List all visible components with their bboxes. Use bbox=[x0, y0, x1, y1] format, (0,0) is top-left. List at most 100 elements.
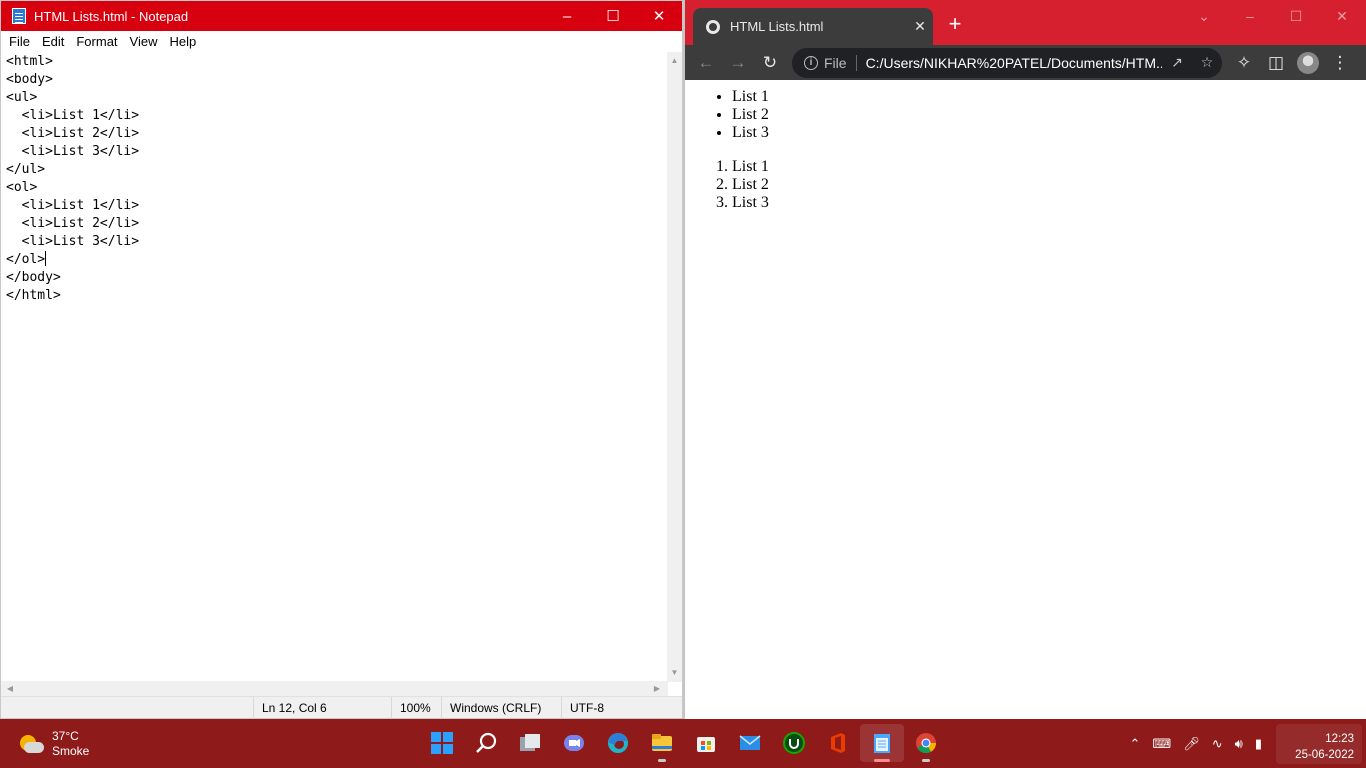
side-panel-icon[interactable]: ◫ bbox=[1260, 47, 1292, 79]
search-button[interactable] bbox=[464, 724, 508, 762]
menu-edit[interactable]: Edit bbox=[36, 34, 70, 49]
maximize-button[interactable]: ☐ bbox=[590, 1, 636, 31]
start-button[interactable] bbox=[420, 724, 464, 762]
volume-icon[interactable]: 🔊︎ bbox=[1229, 736, 1249, 752]
scroll-down-arrow-icon[interactable]: ▼ bbox=[667, 666, 682, 680]
task-view-button[interactable] bbox=[508, 724, 552, 762]
vertical-scrollbar[interactable]: ▲ ▼ bbox=[667, 52, 682, 682]
notepad-taskbar-button[interactable] bbox=[860, 724, 904, 762]
running-indicator bbox=[922, 759, 930, 762]
status-bar: Ln 12, Col 6 100% Windows (CRLF) UTF-8 bbox=[1, 696, 682, 719]
profile-button[interactable] bbox=[1292, 47, 1324, 79]
list-item: List 3 bbox=[732, 124, 1366, 142]
file-explorer-button[interactable] bbox=[640, 724, 684, 762]
code-line: <ul> bbox=[6, 90, 38, 105]
new-tab-button[interactable]: + bbox=[943, 12, 967, 36]
code-line: <body> bbox=[6, 72, 53, 87]
close-button[interactable]: ✕ bbox=[1319, 0, 1365, 32]
running-indicator bbox=[874, 759, 890, 762]
notepad-window: HTML Lists.html - Notepad – ☐ ✕ File Edi… bbox=[0, 0, 683, 719]
store-button[interactable] bbox=[684, 724, 728, 762]
office-icon bbox=[831, 733, 845, 753]
taskbar-apps bbox=[420, 724, 948, 762]
tab-title: HTML Lists.html bbox=[730, 19, 824, 34]
ordered-list: List 1 List 2 List 3 bbox=[693, 158, 1366, 212]
code-line: <li>List 3</li> bbox=[6, 144, 140, 159]
close-button[interactable]: ✕ bbox=[636, 1, 682, 31]
tab-close-icon[interactable]: ✕ bbox=[907, 18, 933, 35]
chevron-up-icon[interactable]: ⌃ bbox=[1124, 736, 1147, 752]
code-line: <li>List 1</li> bbox=[6, 108, 140, 123]
mail-button[interactable] bbox=[728, 724, 772, 762]
maximize-button[interactable]: ☐ bbox=[1273, 0, 1319, 32]
notepad-icon bbox=[874, 734, 890, 753]
running-indicator bbox=[658, 759, 666, 762]
taskbar: 37°C Smoke ⌃ ⌨ 🎤︎ ∿ 🔊︎ ▮ 12:23 25-06-202… bbox=[0, 719, 1366, 768]
system-tray: ⌃ ⌨ 🎤︎ ∿ 🔊︎ ▮ 12:23 25-06-2022 bbox=[1124, 719, 1366, 768]
tab-html-lists[interactable]: HTML Lists.html ✕ bbox=[693, 8, 933, 45]
chrome-icon bbox=[916, 733, 937, 754]
start-icon bbox=[431, 732, 453, 754]
back-arrow-icon[interactable]: ← bbox=[690, 47, 722, 79]
text-caret bbox=[45, 251, 47, 266]
globe-icon bbox=[706, 19, 720, 34]
page-content: List 1 List 2 List 3 List 1 List 2 List … bbox=[685, 80, 1366, 719]
scheme-label: File bbox=[824, 54, 857, 71]
task-view-icon bbox=[520, 734, 540, 751]
share-icon[interactable]: ↗ bbox=[1162, 54, 1192, 71]
url-text[interactable]: C:/Users/NIKHAR%20PATEL/Documents/HTM... bbox=[866, 55, 1162, 71]
file-explorer-icon bbox=[652, 734, 672, 751]
microphone-icon[interactable]: 🎤︎ bbox=[1177, 736, 1206, 752]
menu-file[interactable]: File bbox=[3, 34, 36, 49]
horizontal-scrollbar[interactable]: ◀ ▶ bbox=[1, 681, 668, 696]
star-icon[interactable]: ☆ bbox=[1192, 54, 1222, 71]
scroll-right-arrow-icon[interactable]: ▶ bbox=[650, 681, 664, 696]
menu-format[interactable]: Format bbox=[70, 34, 123, 49]
forward-arrow-icon[interactable]: → bbox=[722, 47, 754, 79]
tab-search-icon[interactable]: ⌄ bbox=[1181, 0, 1227, 32]
keyboard-icon[interactable]: ⌨ bbox=[1146, 736, 1177, 752]
edge-button[interactable] bbox=[596, 724, 640, 762]
notepad-menubar: File Edit Format View Help bbox=[1, 31, 682, 51]
clock[interactable]: 12:23 25-06-2022 bbox=[1276, 723, 1362, 764]
minimize-button[interactable]: – bbox=[1227, 0, 1273, 32]
minimize-button[interactable]: – bbox=[544, 1, 590, 31]
menu-view[interactable]: View bbox=[124, 34, 164, 49]
weather-sun-cloud-icon bbox=[18, 733, 44, 755]
encoding: UTF-8 bbox=[561, 697, 604, 719]
battery-icon[interactable]: ▮ bbox=[1249, 736, 1268, 752]
office-button[interactable] bbox=[816, 724, 860, 762]
menu-kebab-icon[interactable]: ⋮ bbox=[1324, 47, 1356, 79]
teams-chat-button[interactable] bbox=[552, 724, 596, 762]
reload-icon[interactable]: ↻ bbox=[754, 47, 786, 79]
code-line: </html> bbox=[6, 288, 61, 303]
list-item: List 1 bbox=[732, 158, 1366, 176]
list-item: List 1 bbox=[732, 88, 1366, 106]
temperature: 37°C bbox=[52, 729, 79, 743]
mail-icon bbox=[739, 735, 761, 750]
chrome-window: HTML Lists.html ✕ + ⌄ – ☐ ✕ ← → ↻ i File… bbox=[685, 0, 1366, 719]
list-item: List 3 bbox=[732, 194, 1366, 212]
code-line: <li>List 2</li> bbox=[6, 126, 140, 141]
scroll-up-arrow-icon[interactable]: ▲ bbox=[667, 54, 682, 68]
code-line: <li>List 3</li> bbox=[6, 234, 140, 249]
scroll-left-arrow-icon[interactable]: ◀ bbox=[3, 681, 17, 696]
time: 12:23 bbox=[1325, 732, 1354, 745]
upwork-button[interactable] bbox=[772, 724, 816, 762]
list-item: List 2 bbox=[732, 176, 1366, 194]
notepad-text-area[interactable]: <html> <body> <ul> <li>List 1</li> <li>Lis… bbox=[1, 52, 668, 682]
wifi-icon[interactable]: ∿ bbox=[1206, 736, 1229, 752]
code-line: </ul> bbox=[6, 162, 46, 177]
menu-help[interactable]: Help bbox=[163, 34, 202, 49]
weather-widget[interactable]: 37°C Smoke bbox=[18, 729, 89, 759]
extensions-icon[interactable]: ✧ bbox=[1228, 47, 1260, 79]
code-line: </body> bbox=[6, 270, 61, 285]
chrome-taskbar-button[interactable] bbox=[904, 724, 948, 762]
code-line: <li>List 2</li> bbox=[6, 216, 140, 231]
notepad-titlebar[interactable]: HTML Lists.html - Notepad – ☐ ✕ bbox=[1, 1, 682, 31]
teams-chat-icon bbox=[564, 735, 584, 751]
search-icon bbox=[476, 732, 497, 753]
info-icon[interactable]: i bbox=[804, 55, 818, 70]
address-bar[interactable]: i File C:/Users/NIKHAR%20PATEL/Documents… bbox=[792, 47, 1222, 78]
browser-toolbar: ← → ↻ i File C:/Users/NIKHAR%20PATEL/Doc… bbox=[685, 45, 1366, 80]
